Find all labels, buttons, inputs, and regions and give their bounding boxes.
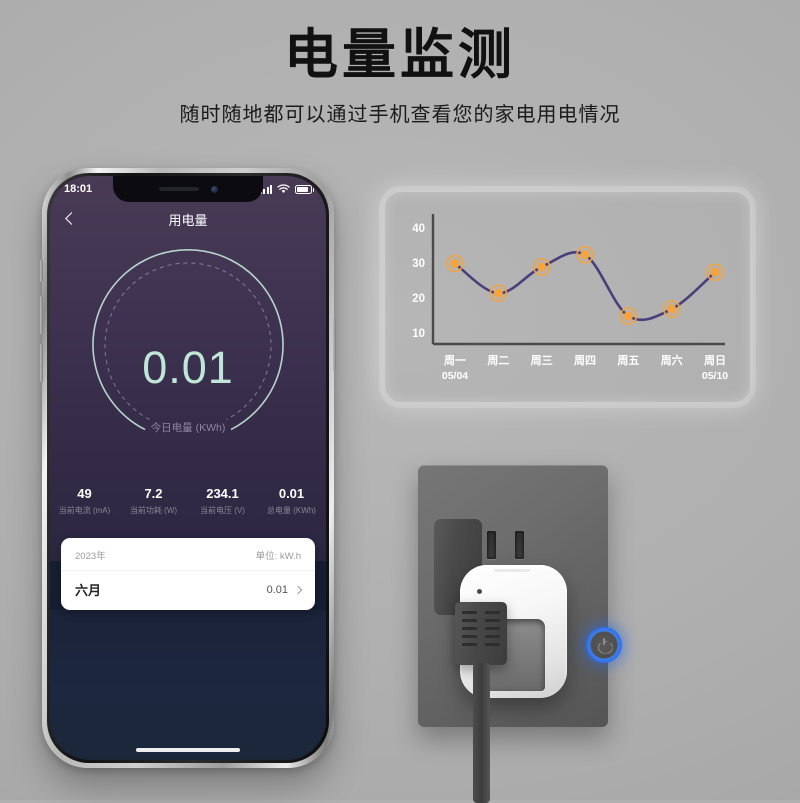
phone-notch [113, 176, 263, 202]
weekly-usage-chart-card: 40 30 20 10 周一 05/04 周二 周三 周四 周五 周六 周日 05/10 [385, 192, 750, 402]
earpiece-speaker-icon [158, 187, 199, 191]
usage-card-header: 2023年 单位: kW.h [61, 538, 315, 571]
stat-label: 当前电压 (V) [200, 506, 245, 515]
chart-xtick-date: 05/10 [702, 370, 728, 382]
chart-xtick-label: 周二 [487, 354, 509, 367]
usage-month-value: 0.01 [266, 583, 288, 596]
energy-gauge: 0.01 今日电量 (KWh) [50, 238, 326, 478]
stat-value: 0.01 [278, 486, 305, 501]
phone-power-button[interactable] [333, 316, 336, 372]
usage-month-row[interactable]: 六月 0.01 [61, 571, 315, 610]
page-subtitle: 随时随地都可以通过手机查看您的家电用电情况 [179, 104, 621, 126]
stat-item-total-energy: 0.01 总电量 (KWh) [257, 486, 326, 516]
chart-xtick-label: 周一 [444, 354, 466, 367]
chart-ytick-label: 10 [412, 328, 425, 340]
usage-card-unit: 单位: kW.h [255, 551, 301, 562]
chart-point[interactable] [450, 258, 460, 269]
usage-month-right: 0.01 [266, 583, 303, 596]
usage-card-year: 2023年 [75, 551, 106, 562]
app-bottom-area [50, 610, 326, 760]
page-title: 电量监测 [284, 25, 516, 85]
chevron-left-icon[interactable] [62, 211, 78, 227]
stat-value: 49 [77, 486, 92, 501]
chart-point[interactable] [623, 311, 633, 321]
chart-point[interactable] [537, 262, 547, 272]
battery-icon [295, 184, 314, 194]
chart-ytick-label: 30 [412, 258, 425, 270]
socket-slot-right [515, 531, 524, 559]
weekly-usage-chart: 40 30 20 10 周一 05/04 周二 周三 周四 周五 周六 周日 05/10 [412, 214, 728, 382]
chart-point[interactable] [667, 304, 677, 314]
power-glyph-icon [598, 637, 611, 652]
socket-slot-left [487, 531, 496, 559]
chart-xtick-label: 周四 [574, 354, 596, 367]
usage-card: 2023年 单位: kW.h 六月 0.01 [61, 538, 315, 610]
stat-item-power: 7.2 当前功耗 (W) [119, 486, 188, 516]
plug-seam [494, 569, 530, 572]
chart-xtick-label: 周五 [617, 354, 639, 367]
phone-mockup: 18:01 用电量 0.01 今日电量 (KWh) 49 当前电流 (mA) 7… [40, 168, 336, 768]
power-icon[interactable] [586, 627, 622, 663]
usage-month-label: 六月 [75, 583, 102, 598]
phone-mute-switch[interactable] [40, 260, 43, 282]
chart-ytick-label: 40 [412, 223, 425, 235]
scene-background: 电量监测 随时随地都可以通过手机查看您的家电用电情况 18:01 用电量 0.0… [0, 0, 800, 803]
phone-screen: 18:01 用电量 0.01 今日电量 (KWh) 49 当前电流 (mA) 7… [50, 176, 326, 760]
status-led [477, 589, 482, 594]
stat-label: 当前电流 (mA) [58, 506, 111, 515]
appliance-plug [455, 602, 507, 665]
power-cable [473, 663, 490, 803]
app-nav-title: 用电量 [168, 212, 208, 228]
phone-bezel: 18:01 用电量 0.01 今日电量 (KWh) 49 当前电流 (mA) 7… [47, 173, 329, 763]
phone-volume-up-button[interactable] [40, 296, 43, 334]
stat-item-current: 49 当前电流 (mA) [50, 486, 119, 516]
stats-row: 49 当前电流 (mA) 7.2 当前功耗 (W) 234.1 当前电压 (V)… [50, 486, 326, 516]
wifi-icon [277, 184, 290, 193]
stat-value: 7.2 [144, 486, 163, 501]
status-bar-time: 18:01 [64, 183, 93, 195]
chart-point[interactable] [493, 288, 503, 298]
home-indicator[interactable] [136, 748, 240, 752]
chart-xtick-label: 周三 [531, 354, 553, 367]
chart-ytick-label: 20 [412, 293, 425, 305]
chart-point[interactable] [580, 250, 590, 260]
stat-label: 当前功耗 (W) [129, 506, 178, 515]
gauge-value: 0.01 [142, 342, 234, 393]
chart-markers [446, 245, 724, 325]
chevron-right-icon [293, 585, 303, 594]
stat-item-voltage: 234.1 当前电压 (V) [188, 486, 257, 516]
status-bar-indicators [259, 184, 314, 194]
stat-label: 总电量 (KWh) [267, 506, 316, 515]
smart-plug-scene [405, 455, 725, 803]
stat-value: 234.1 [206, 486, 239, 501]
chart-x-labels: 周一 05/04 周二 周三 周四 周五 周六 周日 05/10 [442, 353, 728, 382]
chart-xtick-date: 05/04 [442, 370, 468, 382]
chart-xtick-label: 周日 [704, 354, 726, 367]
front-camera-icon [210, 185, 218, 193]
phone-volume-down-button[interactable] [40, 344, 43, 382]
chart-xtick-label: 周六 [661, 353, 683, 367]
chart-point[interactable] [710, 267, 720, 277]
plug-grip-ribs [462, 611, 500, 646]
app-nav-bar: 用电量 [50, 202, 326, 236]
gauge-label: 今日电量 (KWh) [150, 422, 226, 434]
